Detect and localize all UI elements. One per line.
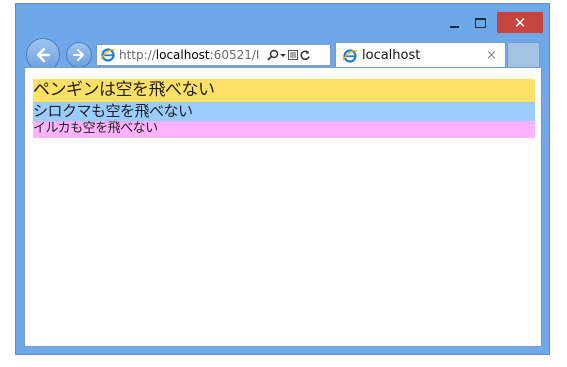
ie-logo-icon xyxy=(100,48,116,62)
refresh-icon[interactable] xyxy=(299,49,311,61)
compatibility-icon[interactable] xyxy=(287,49,299,61)
arrow-left-icon xyxy=(36,47,51,63)
browser-window: ✕ http://localhost:60521/I localhost × ペ… xyxy=(15,3,550,355)
minimize-button[interactable] xyxy=(441,12,467,33)
close-icon: ✕ xyxy=(513,13,527,32)
search-icon[interactable] xyxy=(267,49,279,61)
forward-button[interactable] xyxy=(66,42,92,68)
url-rest: :60521/I xyxy=(209,48,260,62)
window-controls: ✕ xyxy=(441,12,543,33)
address-tools xyxy=(267,49,311,61)
text-line-penguin: ペンギンは空を飛べない xyxy=(33,79,535,102)
address-bar[interactable]: http://localhost:60521/I xyxy=(96,44,331,66)
url-host: localhost xyxy=(155,48,210,62)
maximize-icon xyxy=(474,17,486,28)
page-content: ペンギンは空を飛べない シロクマも空を飛べない イルカも空を飛べない xyxy=(24,67,542,347)
maximize-button[interactable] xyxy=(467,12,493,33)
ie-logo-icon xyxy=(342,48,358,63)
text-line-polar-bear: シロクマも空を飛べない xyxy=(33,102,535,121)
arrow-right-icon xyxy=(73,49,84,61)
new-tab-button[interactable] xyxy=(507,42,540,68)
tab-title: localhost xyxy=(362,48,421,63)
tab-close-button[interactable]: × xyxy=(486,48,497,63)
tab-localhost[interactable]: localhost × xyxy=(335,42,506,68)
text-line-dolphin: イルカも空を飛べない xyxy=(33,121,535,138)
url-text[interactable]: http://localhost:60521/I xyxy=(119,48,265,62)
chevron-down-icon[interactable] xyxy=(279,49,287,61)
url-prefix: http:// xyxy=(119,48,156,62)
minimize-icon xyxy=(449,25,459,28)
close-button[interactable]: ✕ xyxy=(497,12,543,33)
